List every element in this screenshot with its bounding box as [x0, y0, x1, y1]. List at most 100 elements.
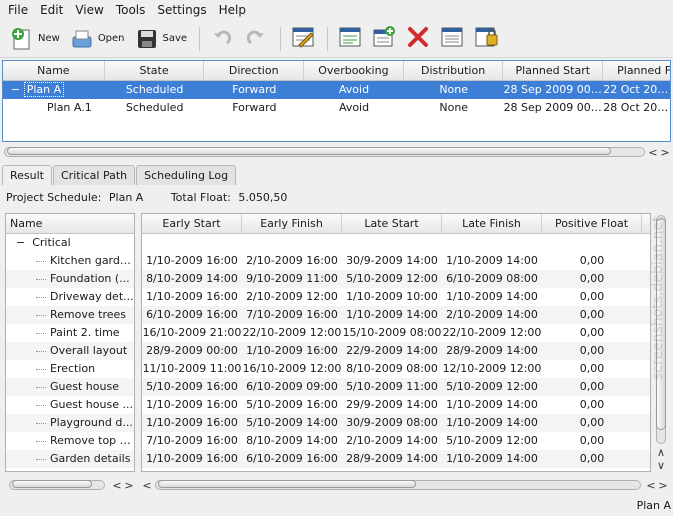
result-hscrollbar[interactable]: < < >	[141, 478, 669, 492]
col-state[interactable]: State	[105, 61, 205, 80]
scroll-thumb[interactable]	[12, 480, 92, 488]
menu-view[interactable]: View	[69, 0, 109, 20]
scroll-left-icon[interactable]: <	[647, 146, 659, 159]
open-button[interactable]: Open	[66, 23, 129, 55]
task-view-button[interactable]	[334, 23, 366, 55]
result-row[interactable]: 28/9-2009 00:00 1/10-2009 16:00 22/9-2009 …	[142, 342, 650, 360]
delete-button[interactable]	[402, 23, 434, 55]
col-late-start[interactable]: Late Start	[342, 214, 442, 233]
result-row[interactable]: 5/10-2009 16:00 6/10-2009 09:00 5/10-2009 …	[142, 378, 650, 396]
tree-item[interactable]: Remove trees	[6, 306, 134, 324]
col-early-start[interactable]: Early Start	[142, 214, 242, 233]
late-start-cell: 29/9-2009 14:00	[346, 398, 438, 411]
new-document-icon	[10, 27, 34, 51]
col-planned-finish[interactable]: Planned Fi	[603, 61, 670, 80]
late-start-cell: 30/9-2009 08:00	[346, 416, 438, 429]
scroll-left-icon[interactable]: <	[645, 479, 657, 492]
tree-item[interactable]: Foundation (...	[6, 270, 134, 288]
early-start-cell: 11/10-2009 11:00	[142, 362, 242, 375]
scroll-track[interactable]	[4, 147, 645, 157]
tree-header-name[interactable]: Name	[6, 214, 134, 234]
scroll-right-icon[interactable]: >	[123, 479, 135, 492]
tree-item[interactable]: Guest house	[6, 378, 134, 396]
schedules-hscrollbar[interactable]: < >	[2, 145, 671, 159]
tab-critical-path[interactable]: Critical Path	[53, 165, 136, 185]
result-row-group[interactable]	[142, 234, 650, 252]
col-late-finish[interactable]: Late Finish	[442, 214, 542, 233]
toolbar-separator	[327, 26, 329, 51]
new-button[interactable]: New	[6, 23, 64, 55]
undo-button[interactable]	[206, 23, 238, 55]
menu-edit[interactable]: Edit	[34, 0, 69, 20]
early-finish-cell: 22/10-2009 12:00	[242, 326, 342, 339]
menu-help[interactable]: Help	[213, 0, 252, 20]
redo-button[interactable]	[240, 23, 272, 55]
col-overbooking[interactable]: Overbooking	[304, 61, 404, 80]
tree-item[interactable]: Overall layout	[6, 342, 134, 360]
scroll-track[interactable]	[9, 480, 105, 490]
add-task-button[interactable]	[368, 23, 400, 55]
collapse-icon[interactable]: −	[16, 236, 25, 249]
schedules-table[interactable]: Name State Direction Overbooking Distrib…	[2, 60, 671, 142]
schedule-direction: Forward	[232, 83, 277, 96]
scroll-thumb[interactable]	[158, 480, 416, 488]
schedule-row-plan-a1[interactable]: Plan A.1 Scheduled Forward Avoid None 28…	[3, 99, 670, 117]
menu-settings[interactable]: Settings	[151, 0, 212, 20]
toolbar-separator	[199, 26, 201, 51]
schedule-row-plan-a[interactable]: − Plan A Scheduled Forward Avoid None 28…	[3, 81, 670, 99]
task-name-tree[interactable]: Name − Critical Kitchen garde... Foundat…	[5, 213, 135, 472]
scroll-track[interactable]	[155, 480, 641, 490]
menu-tools[interactable]: Tools	[110, 0, 152, 20]
tree-item[interactable]: Guest house ...	[6, 396, 134, 414]
menu-bar: File Edit View Tools Settings Help	[0, 0, 673, 20]
tree-item[interactable]: Garden details	[6, 450, 134, 468]
tree-item[interactable]: Erection	[6, 360, 134, 378]
result-row[interactable]: 6/10-2009 16:00 7/10-2009 16:00 1/10-2009 …	[142, 306, 650, 324]
scroll-up-icon[interactable]: ∧	[655, 446, 667, 459]
result-row[interactable]: 8/10-2009 14:00 9/10-2009 11:00 5/10-2009 …	[142, 270, 650, 288]
tab-scheduling-log[interactable]: Scheduling Log	[136, 165, 237, 185]
tree-group-critical[interactable]: − Critical	[6, 234, 134, 252]
col-name[interactable]: Name	[3, 61, 105, 80]
scroll-left-icon[interactable]: <	[111, 479, 123, 492]
schedule-result-table[interactable]: Early Start Early Finish Late Start Late…	[141, 213, 651, 472]
menu-file[interactable]: File	[2, 0, 34, 20]
tree-item[interactable]: Playground d...	[6, 414, 134, 432]
result-row[interactable]: 1/10-2009 16:00 6/10-2009 16:00 28/9-2009 …	[142, 450, 650, 468]
tree-item[interactable]: Kitchen garde...	[6, 252, 134, 270]
col-planned-start[interactable]: Planned Start	[503, 61, 604, 80]
scroll-left-icon[interactable]: <	[141, 479, 153, 492]
tree-item[interactable]: Paint 2. time	[6, 324, 134, 342]
late-finish-cell: 5/10-2009 12:00	[446, 380, 538, 393]
positive-float-cell: 0,00	[579, 362, 605, 375]
col-positive-float[interactable]: Positive Float	[542, 214, 642, 233]
task-detail-button[interactable]	[436, 23, 468, 55]
edit-task-button[interactable]	[287, 23, 319, 55]
early-finish-cell: 6/10-2009 16:00	[246, 452, 338, 465]
tab-result[interactable]: Result	[2, 165, 52, 185]
scroll-down-icon[interactable]: ∨	[655, 459, 667, 472]
scroll-thumb[interactable]	[7, 147, 611, 155]
col-early-finish[interactable]: Early Finish	[242, 214, 342, 233]
result-row[interactable]: 1/10-2009 16:00 5/10-2009 16:00 29/9-2009 …	[142, 396, 650, 414]
collapse-icon[interactable]: −	[11, 83, 20, 96]
tree-hscrollbar[interactable]: < >	[5, 478, 135, 492]
early-finish-cell: 5/10-2009 16:00	[246, 398, 338, 411]
scroll-right-icon[interactable]: >	[657, 479, 669, 492]
result-row[interactable]: 1/10-2009 16:00 5/10-2009 14:00 30/9-2009 …	[142, 414, 650, 432]
result-row[interactable]: 11/10-2009 11:00 16/10-2009 12:00 8/10-200…	[142, 360, 650, 378]
tree-item[interactable]: Driveway det...	[6, 288, 134, 306]
save-button[interactable]: Save	[131, 23, 192, 55]
task-detail-icon	[440, 25, 464, 52]
result-row[interactable]: 1/10-2009 16:00 2/10-2009 16:00 30/9-2009 …	[142, 252, 650, 270]
col-direction[interactable]: Direction	[204, 61, 305, 80]
scroll-right-icon[interactable]: >	[659, 146, 671, 159]
lock-task-button[interactable]	[470, 23, 502, 55]
early-start-cell: 1/10-2009 16:00	[146, 416, 238, 429]
result-row[interactable]: 7/10-2009 16:00 8/10-2009 14:00 2/10-2009 …	[142, 432, 650, 450]
col-distribution[interactable]: Distribution	[404, 61, 504, 80]
result-row[interactable]: 16/10-2009 21:00 22/10-2009 12:00 15/10-20…	[142, 324, 650, 342]
tree-item[interactable]: Remove top soil	[6, 432, 134, 450]
result-row[interactable]: 1/10-2009 16:00 2/10-2009 12:00 1/10-2009 …	[142, 288, 650, 306]
total-float-label: Total Float:	[170, 191, 231, 204]
